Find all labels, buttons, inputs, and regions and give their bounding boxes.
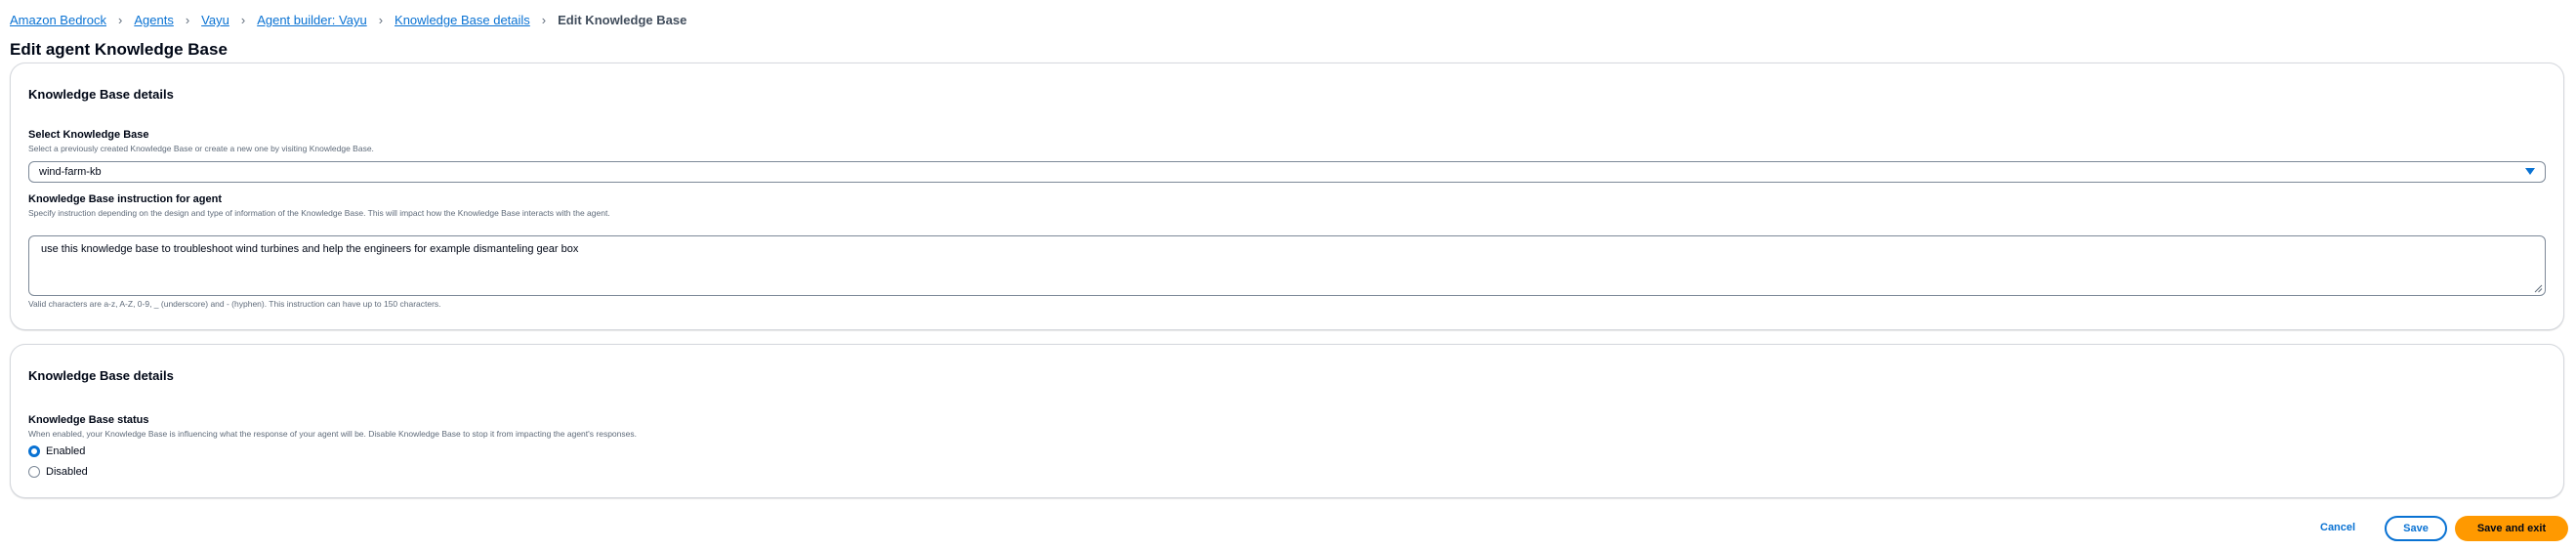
breadcrumb-link-vayu[interactable]: Vayu [201, 12, 229, 29]
kb-status-header: Knowledge Base details [28, 368, 174, 383]
kb-select-value: wind-farm-kb [39, 166, 102, 178]
breadcrumb-current: Edit Knowledge Base [558, 13, 687, 27]
radio-disabled[interactable]: Disabled [28, 466, 88, 478]
breadcrumb-link-agent-builder[interactable]: Agent builder: Vayu [257, 12, 367, 29]
radio-enabled[interactable]: Enabled [28, 445, 85, 457]
kb-instruction-value: use this knowledge base to troubleshoot … [41, 243, 579, 255]
breadcrumb-link-kb-details[interactable]: Knowledge Base details [395, 12, 530, 29]
select-kb-label: Select Knowledge Base [28, 129, 149, 141]
chevron-right-icon: › [541, 13, 547, 27]
radio-disabled-control[interactable] [28, 466, 40, 478]
kb-status-container: Knowledge Base details Knowledge Base st… [10, 344, 2564, 498]
kb-select[interactable]: wind-farm-kb [28, 161, 2546, 183]
breadcrumb-link-agents[interactable]: Agents [134, 12, 173, 29]
kb-status-label: Knowledge Base status [28, 414, 149, 426]
chevron-right-icon: › [118, 13, 123, 27]
kb-instruction-constraint: Valid characters are a-z, A-Z, 0-9, _ (u… [28, 299, 441, 309]
kb-status-description: When enabled, your Knowledge Base is inf… [28, 429, 637, 439]
radio-enabled-label: Enabled [46, 445, 86, 457]
kb-details-container: Knowledge Base details Select Knowledge … [10, 63, 2564, 330]
radio-disabled-label: Disabled [46, 466, 88, 478]
resize-handle-icon[interactable] [2533, 283, 2543, 293]
chevron-right-icon: › [185, 13, 190, 27]
cancel-button[interactable]: Cancel [2320, 522, 2355, 533]
chevron-right-icon: › [240, 13, 246, 27]
kb-instruction-label: Knowledge Base instruction for agent [28, 193, 223, 205]
save-and-exit-button[interactable]: Save and exit [2455, 516, 2568, 541]
chevron-right-icon: › [378, 13, 384, 27]
kb-instruction-description: Specify instruction depending on the des… [28, 208, 610, 218]
page-title: Edit agent Knowledge Base [10, 40, 228, 59]
breadcrumb-link-amazon-bedrock[interactable]: Amazon Bedrock [10, 12, 106, 29]
caret-down-icon [2525, 168, 2535, 175]
kb-instruction-textarea[interactable]: use this knowledge base to troubleshoot … [28, 235, 2546, 296]
page: Amazon Bedrock › Agents › Vayu › Agent b… [0, 0, 2576, 550]
save-button[interactable]: Save [2385, 516, 2447, 541]
select-kb-description: Select a previously created Knowledge Ba… [28, 144, 374, 153]
breadcrumb: Amazon Bedrock › Agents › Vayu › Agent b… [10, 12, 686, 29]
kb-details-header: Knowledge Base details [28, 87, 174, 102]
radio-enabled-control[interactable] [28, 445, 40, 457]
